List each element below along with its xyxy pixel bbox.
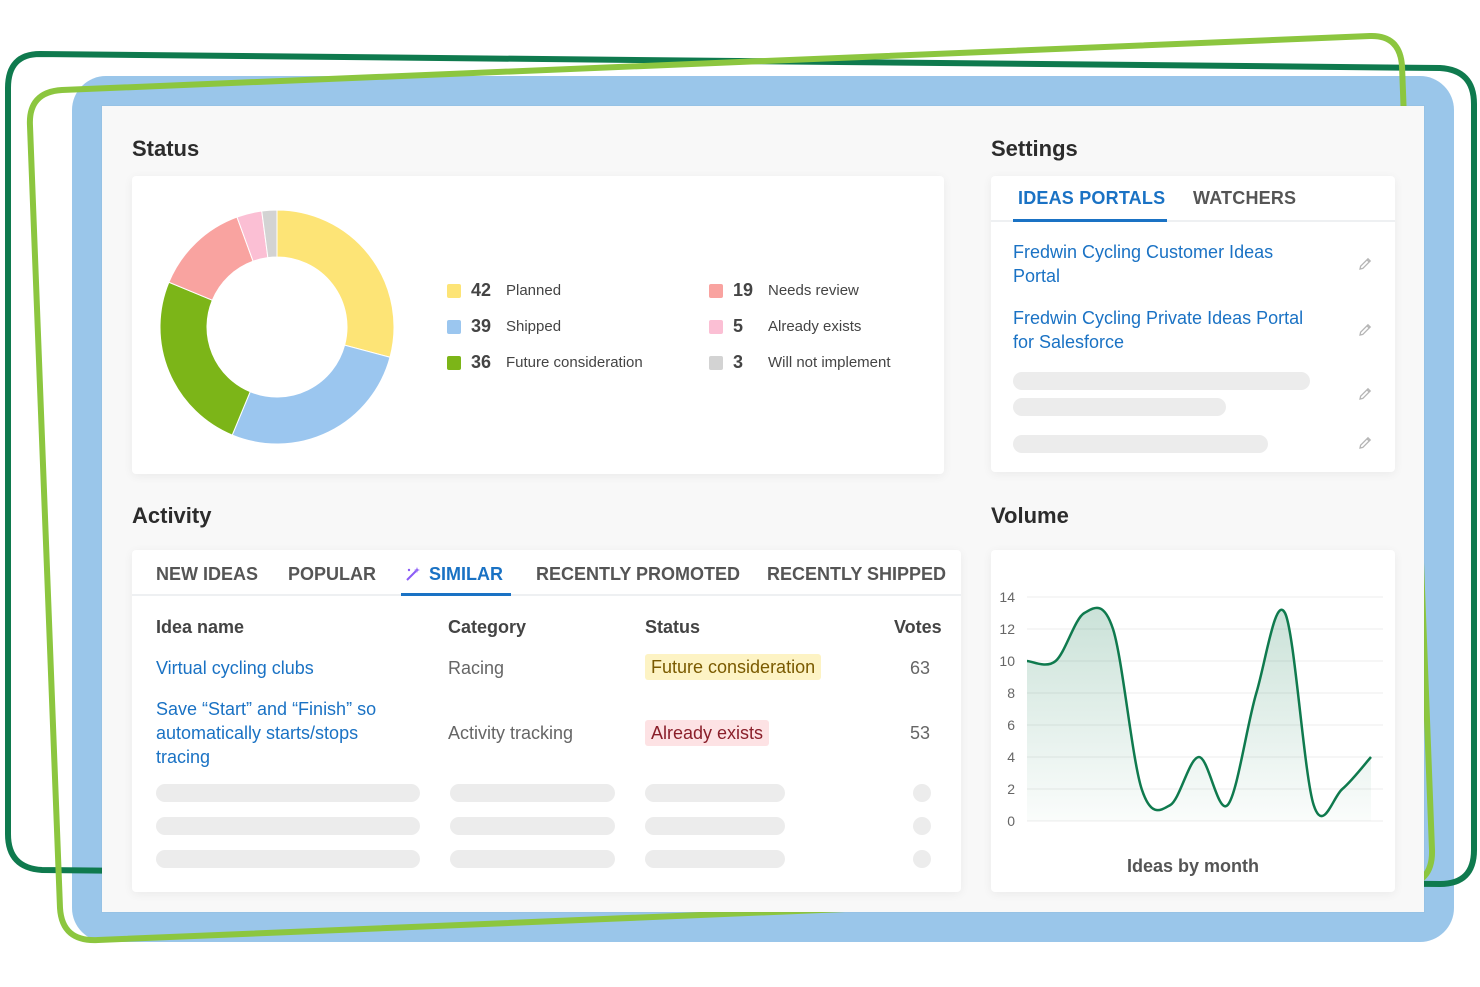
- status-title: Status: [132, 136, 200, 161]
- portal-link-customer[interactable]: Fredwin Cycling Customer Ideas Portal: [1013, 240, 1313, 288]
- pencil-icon[interactable]: [1357, 322, 1373, 338]
- placeholder-bar: [1013, 372, 1310, 390]
- tab-similar[interactable]: SIMILAR: [429, 564, 503, 585]
- volume-title: Volume: [991, 503, 1069, 528]
- legend-label: Needs review: [768, 282, 859, 299]
- placeholder-bar: [1013, 398, 1226, 416]
- legend-count: 39: [471, 316, 492, 336]
- volume-line-chart: 0 2 4 6 8 10 12 14: [999, 589, 1383, 829]
- column-header-votes[interactable]: Votes: [894, 617, 942, 638]
- volume-card: 0 2 4 6 8 10 12 14 Ideas by month: [991, 550, 1395, 892]
- idea-votes: 53: [910, 723, 931, 743]
- activity-tabs: NEW IDEAS POPULAR SIMILAR RECENTLY PROMO…: [132, 550, 961, 596]
- legend-count: 36: [471, 352, 492, 372]
- activity-card: NEW IDEAS POPULAR SIMILAR RECENTLY PROMO…: [132, 550, 961, 892]
- status-card: 42 Planned 39 Shipped 36 Future consideration…: [132, 176, 944, 474]
- legend-label: Shipped: [506, 318, 562, 335]
- chart-caption: Ideas by month: [1126, 856, 1260, 876]
- placeholder-dot: [913, 784, 931, 802]
- y-tick-label: 6: [1007, 717, 1015, 733]
- portal-link-salesforce[interactable]: Fredwin Cycling Private Ideas Portal for…: [1013, 306, 1313, 354]
- y-tick-label: 12: [999, 621, 1015, 637]
- pencil-icon[interactable]: [1357, 386, 1373, 402]
- placeholder-dot: [913, 850, 931, 868]
- tab-popular[interactable]: POPULAR: [288, 564, 376, 585]
- legend-item: 36 Future consideration: [447, 352, 643, 373]
- tab-new-ideas[interactable]: NEW IDEAS: [156, 564, 258, 585]
- legend-count: 19: [733, 280, 754, 300]
- placeholder-bar: [645, 817, 785, 835]
- idea-name-link[interactable]: Virtual cycling clubs: [156, 656, 396, 680]
- legend-count: 3: [733, 352, 744, 372]
- placeholder-dot: [913, 817, 931, 835]
- legend-swatch: [709, 283, 723, 298]
- magic-wand-icon: [406, 567, 420, 581]
- y-tick-label: 10: [999, 653, 1015, 669]
- legend-label: Planned: [506, 282, 562, 299]
- idea-category: Racing: [448, 658, 505, 678]
- active-tab-indicator: [401, 593, 511, 596]
- idea-name-link[interactable]: Save “Start” and “Finish” so automatical…: [156, 697, 386, 769]
- placeholder-bar: [450, 850, 615, 868]
- placeholder-bar: [450, 784, 615, 802]
- settings-tabs: IDEAS PORTALS WATCHERS: [991, 176, 1395, 222]
- legend-swatch: [709, 319, 723, 334]
- legend-count: 5: [733, 316, 744, 336]
- pencil-icon[interactable]: [1357, 435, 1373, 451]
- column-header-idea-name[interactable]: Idea name: [156, 617, 244, 638]
- donut-slice-needs-review[interactable]: [168, 216, 254, 301]
- legend-swatch: [447, 283, 461, 298]
- y-tick-label: 8: [1007, 685, 1015, 701]
- placeholder-bar: [645, 784, 785, 802]
- status-badge: Already exists: [645, 720, 770, 746]
- dashboard-panel: Status 42 Planned 39 Shipped 36 Future consid…: [102, 106, 1424, 912]
- donut-slice-future-consideration[interactable]: [160, 281, 251, 436]
- y-tick-label: 0: [1007, 813, 1015, 829]
- pencil-icon[interactable]: [1357, 256, 1373, 272]
- status-badge: Future consideration: [645, 654, 822, 680]
- y-tick-label: 14: [999, 589, 1015, 605]
- placeholder-bar: [1013, 435, 1268, 453]
- settings-title: Settings: [991, 136, 1078, 161]
- active-tab-indicator: [1013, 219, 1167, 222]
- donut-slice-planned[interactable]: [276, 210, 394, 358]
- tab-recently-shipped[interactable]: RECENTLY SHIPPED: [767, 564, 946, 585]
- tab-recently-promoted[interactable]: RECENTLY PROMOTED: [536, 564, 740, 585]
- column-header-status[interactable]: Status: [645, 617, 700, 638]
- placeholder-bar: [156, 850, 420, 868]
- status-donut-chart: [160, 210, 394, 444]
- legend-item: 39 Shipped: [447, 316, 561, 337]
- legend-item: 3 Will not implement: [709, 352, 891, 373]
- placeholder-bar: [156, 784, 420, 802]
- settings-card: IDEAS PORTALS WATCHERS Fredwin Cycling C…: [991, 176, 1395, 472]
- legend-item: 5 Already exists: [709, 316, 861, 337]
- legend-item: 42 Planned: [447, 280, 561, 301]
- placeholder-bar: [645, 850, 785, 868]
- legend-label: Already exists: [768, 318, 862, 335]
- legend-label: Future consideration: [506, 354, 643, 371]
- legend-swatch: [447, 319, 461, 334]
- tab-ideas-portals[interactable]: IDEAS PORTALS: [1018, 188, 1165, 209]
- legend-count: 42: [471, 280, 492, 300]
- legend-item: 19 Needs review: [709, 280, 859, 301]
- tab-watchers[interactable]: WATCHERS: [1193, 188, 1296, 209]
- activity-title: Activity: [132, 503, 212, 528]
- y-tick-label: 4: [1007, 749, 1015, 765]
- donut-slice-shipped[interactable]: [231, 344, 391, 444]
- idea-category: Activity tracking: [448, 723, 574, 743]
- placeholder-bar: [156, 817, 420, 835]
- legend-label: Will not implement: [768, 354, 891, 371]
- y-tick-label: 2: [1007, 781, 1015, 797]
- legend-swatch: [447, 355, 461, 370]
- legend-swatch: [709, 355, 723, 370]
- idea-votes: 63: [910, 658, 931, 678]
- placeholder-bar: [450, 817, 615, 835]
- column-header-category[interactable]: Category: [448, 617, 526, 638]
